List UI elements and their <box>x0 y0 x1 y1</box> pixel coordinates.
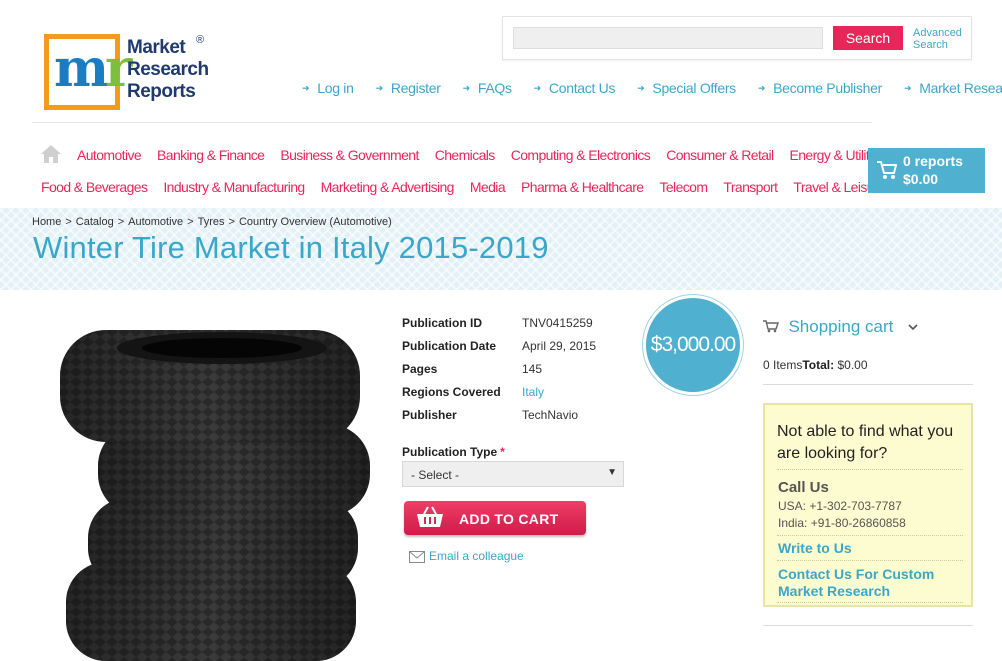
search-input[interactable] <box>513 27 823 49</box>
nav-transport[interactable]: Transport <box>723 179 778 195</box>
site-logo[interactable]: mr Market Research Reports ® <box>44 34 224 114</box>
category-nav-row-2: Food & Beverages Industry & Manufacturin… <box>41 179 901 195</box>
arrow-icon: ➜ <box>462 83 471 93</box>
special-offers-link[interactable]: ➜ Special Offers <box>637 80 736 96</box>
breadcrumb-automotive[interactable]: Automotive <box>128 216 183 228</box>
register-link[interactable]: ➜ Register <box>376 80 441 96</box>
arrow-icon: ➜ <box>903 83 912 93</box>
blog-link[interactable]: ➜Market Research Blog <box>904 80 1002 96</box>
title-banner: Home > Catalog > Automotive > Tyres > Country Ov… <box>0 208 1002 290</box>
write-to-us-link[interactable]: Write to Us <box>778 540 964 557</box>
cart-summary: 0 ItemsTotal: $0.00 <box>763 358 868 372</box>
product-image <box>60 330 370 661</box>
become-publisher-link[interactable]: ➜ Become Publisher <box>758 80 882 96</box>
cart-icon <box>763 320 779 333</box>
publisher-label: Publisher <box>402 408 457 422</box>
usa-phone: USA: +1-302-703-7787 <box>778 499 902 513</box>
publication-date-label: Publication Date <box>402 339 497 353</box>
nav-consumer-retail[interactable]: Consumer & Retail <box>666 147 774 163</box>
help-question: Not able to find what you are looking fo… <box>777 423 954 462</box>
breadcrumb-country-overview[interactable]: Country Overview (Automotive) <box>239 216 392 228</box>
india-phone: India: +91-80-26860858 <box>778 516 906 530</box>
breadcrumb-catalog[interactable]: Catalog <box>76 216 114 228</box>
home-icon[interactable] <box>40 144 62 164</box>
price-badge: $3,000.00 <box>643 295 743 395</box>
cart-icon <box>877 161 897 179</box>
nav-automotive[interactable]: Automotive <box>77 147 142 163</box>
publisher-value: TechNavio <box>522 408 579 422</box>
faqs-link[interactable]: ➜ FAQs <box>463 80 512 96</box>
regions-label: Regions Covered <box>402 385 501 399</box>
required-marker: * <box>500 445 505 459</box>
header-divider <box>32 122 872 123</box>
nav-chemicals[interactable]: Chemicals <box>435 147 496 163</box>
dropdown-caret-icon: ▼ <box>607 467 617 478</box>
tire <box>60 330 360 442</box>
nav-computing-electronics[interactable]: Computing & Electronics <box>511 147 651 163</box>
advanced-search-link[interactable]: Advanced Search <box>913 27 971 51</box>
nav-media[interactable]: Media <box>470 179 506 195</box>
publication-id-value: TNV0415259 <box>522 316 593 330</box>
cart-total: $0.00 <box>903 171 939 187</box>
arrow-icon: ➜ <box>533 83 542 93</box>
arrow-icon: ➜ <box>375 83 384 93</box>
breadcrumb: Home > Catalog > Automotive > Tyres > Country Ov… <box>32 216 392 228</box>
nav-telecom[interactable]: Telecom <box>659 179 708 195</box>
shopping-cart-header[interactable]: Shopping cart <box>763 317 918 337</box>
category-nav-row-1: Automotive Banking & Finance Business & … <box>77 147 901 163</box>
nav-marketing-advertising[interactable]: Marketing & Advertising <box>321 179 455 195</box>
page-title: Winter Tire Market in Italy 2015-2019 <box>33 230 549 265</box>
nav-food-beverages[interactable]: Food & Beverages <box>41 179 148 195</box>
arrow-icon: ➜ <box>302 83 310 93</box>
publication-date-value: April 29, 2015 <box>522 339 597 353</box>
divider <box>777 469 963 470</box>
publication-id-label: Publication ID <box>402 316 483 330</box>
divider <box>777 560 963 561</box>
breadcrumb-home[interactable]: Home <box>32 216 61 228</box>
nav-banking-finance[interactable]: Banking & Finance <box>157 147 265 163</box>
call-us-heading: Call Us <box>778 479 829 496</box>
logo-mark: mr <box>44 34 133 110</box>
divider <box>763 625 973 626</box>
search-panel: Search Advanced Search <box>502 16 972 60</box>
top-links: ➜ Log in ➜ Register ➜ FAQs ➜ Contact Us ➜ Spe… <box>302 80 1002 96</box>
registered-mark: ® <box>196 34 205 46</box>
header-cart-button[interactable]: 0 reports $0.00 <box>868 148 985 193</box>
nav-pharma-healthcare[interactable]: Pharma & Healthcare <box>521 179 644 195</box>
divider <box>763 384 973 385</box>
logo-wordmark: Market Research Reports <box>127 37 209 102</box>
arrow-icon: ➜ <box>757 83 766 93</box>
region-link[interactable]: Italy <box>522 385 544 399</box>
publication-type-label: Publication Type * <box>402 445 505 459</box>
help-box: Not able to find what you are looking fo… <box>763 403 973 607</box>
cart-count: 0 reports <box>903 153 963 169</box>
contact-us-link[interactable]: ➜ Contact Us <box>534 80 616 96</box>
custom-research-link[interactable]: Contact Us For Custom Market Research <box>778 566 964 600</box>
nav-business-government[interactable]: Business & Government <box>280 147 419 163</box>
divider <box>777 535 963 536</box>
envelope-icon <box>409 551 425 563</box>
pages-label: Pages <box>402 362 438 376</box>
publication-type-select[interactable]: - Select - ▼ <box>402 461 624 487</box>
breadcrumb-tyres[interactable]: Tyres <box>198 216 225 228</box>
basket-icon <box>417 506 443 527</box>
pages-value: 145 <box>522 362 543 376</box>
arrow-icon: ➜ <box>637 83 645 93</box>
chevron-down-icon <box>908 324 918 330</box>
email-colleague-link[interactable]: Email a colleague <box>409 549 524 563</box>
divider <box>777 602 963 603</box>
login-link[interactable]: ➜ Log in <box>302 80 354 96</box>
add-to-cart-button[interactable]: ADD TO CART <box>404 501 586 535</box>
nav-industry-manufacturing[interactable]: Industry & Manufacturing <box>163 179 305 195</box>
search-button[interactable]: Search <box>833 26 903 50</box>
